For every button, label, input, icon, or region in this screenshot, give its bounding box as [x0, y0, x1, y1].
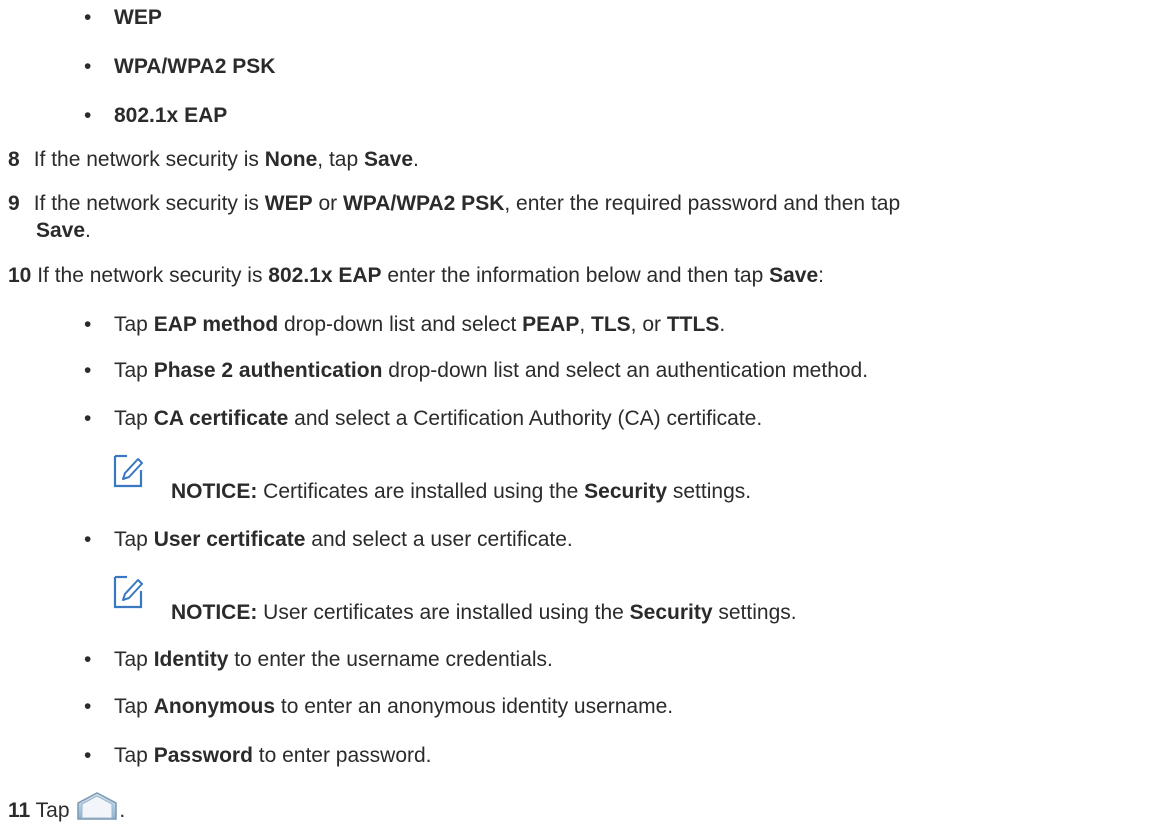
- bullet: •: [84, 6, 92, 29]
- notice-pencil-icon: [113, 454, 143, 488]
- bullet: •: [84, 313, 92, 336]
- step-number: 11: [8, 799, 31, 822]
- identity-item: Tap Identity to enter the username crede…: [114, 648, 553, 671]
- keyword: Save: [363, 148, 414, 171]
- keyword: Save: [769, 264, 819, 287]
- step-8: 8 If the network security is None, tap Sa…: [8, 146, 419, 173]
- step-number: 9: [8, 192, 20, 215]
- keyword: Save: [36, 219, 86, 242]
- step-text: enter the information below and then tap: [381, 264, 770, 287]
- bullet: •: [84, 55, 92, 78]
- keyword: None: [264, 148, 318, 171]
- notice-user-certificates: NOTICE: User certificates are installed …: [171, 601, 797, 624]
- step-text: .: [85, 219, 91, 242]
- notice-certificates: NOTICE: Certificates are installed using…: [171, 480, 752, 503]
- phase2-item: Tap Phase 2 authentication drop-down lis…: [114, 359, 869, 382]
- step-11: 11 Tap .: [8, 791, 125, 824]
- keyword: WPA/WPA2 PSK: [342, 192, 505, 215]
- step-9: 9 If the network security is WEP or WPA/W…: [8, 190, 900, 217]
- notice-label: NOTICE:: [171, 480, 258, 503]
- bullet: •: [84, 695, 92, 718]
- step-text: or: [312, 192, 343, 215]
- home-icon: [77, 792, 118, 820]
- step-text: .: [119, 799, 126, 822]
- keyword: WEP: [264, 192, 313, 215]
- keyword: 802.1x EAP: [268, 264, 382, 287]
- step-text: :: [818, 264, 825, 287]
- step-number: 8: [8, 148, 20, 171]
- bullet: •: [84, 528, 92, 551]
- security-option-eap: 802.1x EAP: [114, 104, 228, 127]
- step-text: .: [413, 148, 419, 171]
- step-9-continued: Save.: [36, 217, 91, 244]
- bullet: •: [84, 407, 92, 430]
- security-option-wpa: WPA/WPA2 PSK: [114, 55, 276, 78]
- step-text: If the network security is: [33, 192, 265, 215]
- step-text: If the network security is: [31, 264, 269, 287]
- bullet: •: [84, 104, 92, 127]
- eap-method-item: Tap EAP method drop-down list and select…: [114, 313, 726, 336]
- step-text: If the network security is: [33, 148, 265, 171]
- step-number: 10: [8, 264, 32, 287]
- notice-pencil-icon: [113, 575, 143, 609]
- step-text: Tap: [30, 799, 76, 822]
- bullet: •: [84, 648, 92, 671]
- step-text: , enter the required password and then t…: [504, 192, 901, 215]
- security-option-wep: WEP: [114, 6, 162, 29]
- bullet: •: [84, 359, 92, 382]
- step-text: , tap: [317, 148, 364, 171]
- notice-label: NOTICE:: [171, 601, 258, 624]
- password-item: Tap Password to enter password.: [114, 744, 432, 767]
- user-certificate-item: Tap User certificate and select a user c…: [114, 528, 573, 551]
- ca-certificate-item: Tap CA certificate and select a Certific…: [114, 407, 763, 430]
- anonymous-item: Tap Anonymous to enter an anonymous iden…: [114, 695, 674, 718]
- step-10: 10 If the network security is 802.1x EAP…: [8, 262, 824, 289]
- bullet: •: [84, 744, 92, 767]
